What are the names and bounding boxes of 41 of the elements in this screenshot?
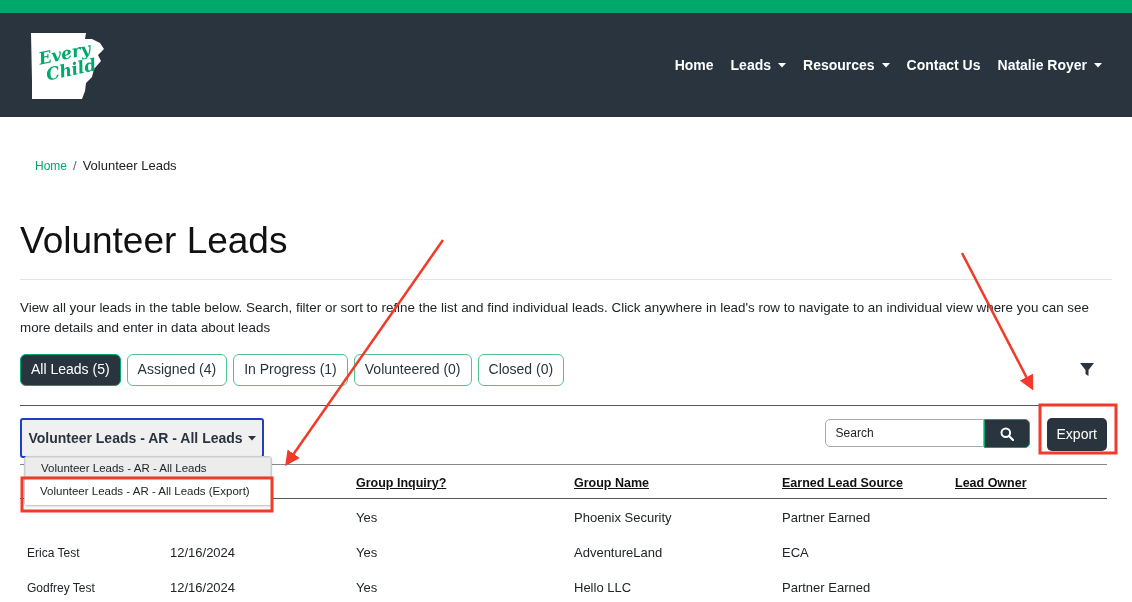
filter-icon[interactable] [1080, 362, 1094, 377]
nav-link[interactable]: Leads [730, 54, 786, 76]
search-icon [999, 426, 1014, 441]
caret-icon [1094, 62, 1102, 68]
breadcrumb-current: Volunteer Leads [82, 157, 177, 176]
table-cell: Partner Earned [782, 579, 871, 595]
nav-link[interactable]: Contact Us [906, 54, 981, 76]
table-cell: 12/16/2024 [170, 544, 236, 560]
caret-icon [247, 435, 256, 441]
table-cell: Hello LLC [574, 579, 632, 595]
table-cell: 12/16/2024 [170, 579, 236, 595]
view-dropdown[interactable]: Volunteer Leads - AR - All Leads [20, 418, 264, 458]
filter-tab[interactable]: Assigned (4) [126, 353, 228, 386]
caret-icon [778, 62, 786, 68]
table-cell: AdventureLand [574, 544, 663, 560]
column-header[interactable]: Group Inquiry? [356, 475, 447, 490]
column-header[interactable]: Lead Owner [955, 475, 1027, 490]
table-cell: ECA [782, 544, 809, 560]
page-title: Volunteer Leads [20, 219, 289, 263]
caret-icon [881, 62, 890, 68]
table-cell: Yes [356, 544, 378, 560]
nav-link[interactable]: Resources [803, 54, 890, 76]
column-header[interactable]: Group Name [574, 475, 649, 490]
search-field[interactable]: Search [824, 419, 984, 447]
nav-link[interactable]: Home [674, 54, 714, 76]
export-button[interactable]: Export [1046, 418, 1107, 451]
table-cell: Erica Test [27, 545, 80, 560]
table-cell: Partner Earned [782, 509, 871, 525]
filter-tab[interactable]: Closed (0) [477, 353, 565, 386]
dropdown-option[interactable]: Volunteer Leads - AR - All Leads [25, 457, 271, 477]
filter-tab[interactable]: In Progress (1) [233, 353, 348, 386]
filter-tab[interactable]: All Leads (5) [20, 353, 121, 386]
search-button[interactable] [983, 419, 1030, 448]
table-cell: Godfrey Test [27, 580, 95, 595]
table-cell: Yes [356, 509, 378, 525]
column-header[interactable]: Earned Lead Source [782, 475, 903, 490]
table-cell: Yes [356, 579, 378, 595]
filter-tab[interactable]: Volunteered (0) [353, 353, 472, 386]
table-cell: Phoenix Security [574, 509, 672, 525]
breadcrumb-separator: / [73, 157, 77, 176]
nav-link[interactable]: Natalie Royer [997, 54, 1102, 76]
